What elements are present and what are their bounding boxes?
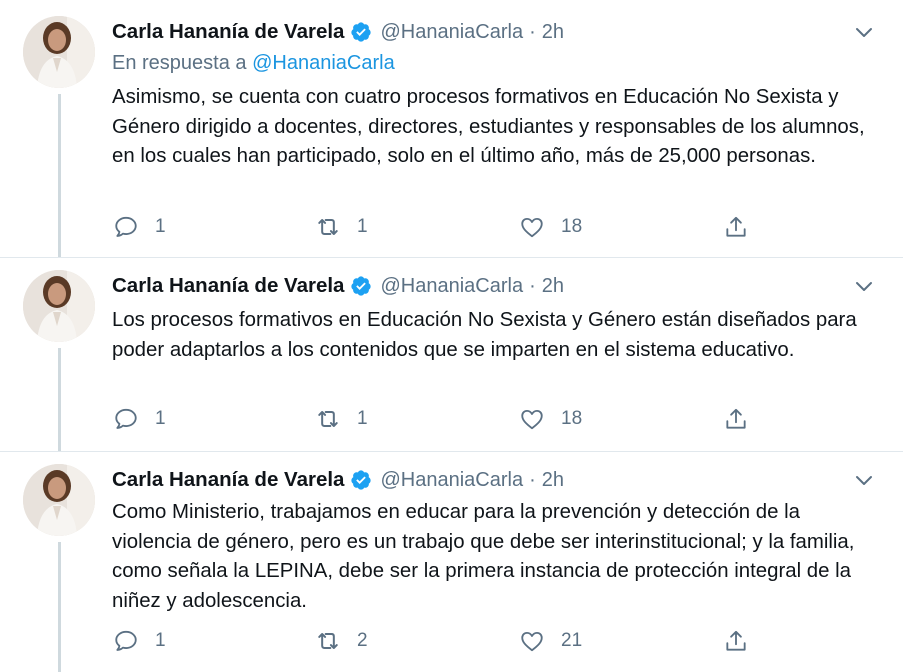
timestamp[interactable]: 2h [542, 275, 564, 298]
timestamp[interactable]: 2h [542, 21, 564, 44]
display-name[interactable]: Carla Hananía de Varela [112, 274, 344, 298]
separator-dot: · [529, 20, 536, 43]
avatar[interactable] [23, 464, 95, 536]
reply-icon [112, 405, 140, 433]
reply-icon [112, 627, 140, 655]
display-name[interactable]: Carla Hananía de Varela [112, 468, 344, 492]
retweet-button[interactable]: 2 [314, 626, 368, 656]
reply-button[interactable]: 1 [112, 404, 166, 434]
handle[interactable]: @HananiaCarla [380, 469, 523, 492]
like-button[interactable]: 18 [518, 404, 582, 434]
reply-button[interactable]: 1 [112, 626, 166, 656]
share-icon [722, 213, 750, 241]
handle[interactable]: @HananiaCarla [380, 275, 523, 298]
avatar[interactable] [23, 16, 95, 88]
display-name[interactable]: Carla Hananía de Varela [112, 20, 344, 44]
reply-mention-link[interactable]: @HananiaCarla [252, 52, 395, 74]
verified-icon [350, 275, 372, 297]
divider [0, 451, 903, 452]
share-button[interactable] [722, 626, 750, 656]
reply-count: 1 [155, 216, 166, 237]
reply-prefix: En respuesta a [112, 52, 247, 74]
share-button[interactable] [722, 212, 750, 242]
like-count: 18 [561, 216, 583, 237]
tweet-actions: 1 1 18 [112, 212, 772, 242]
reply-icon [112, 213, 140, 241]
share-button[interactable] [722, 404, 750, 434]
heart-icon [518, 213, 546, 241]
reply-count: 1 [155, 630, 166, 651]
tweet-actions: 1 2 21 [112, 626, 772, 656]
like-count: 18 [561, 408, 583, 429]
separator-dot: · [529, 468, 536, 491]
tweet-text: Asimismo, se cuenta con cuatro procesos … [112, 86, 865, 167]
reply-count: 1 [155, 408, 166, 429]
like-count: 21 [561, 630, 583, 651]
tweet[interactable]: Carla Hananía de Varela @HananiaCarla · … [0, 464, 903, 672]
tweet[interactable]: Carla Hananía de Varela @HananiaCarla · … [0, 270, 903, 450]
tweet-text: Los procesos formativos en Educación No … [112, 309, 857, 361]
timestamp[interactable]: 2h [542, 469, 564, 492]
handle[interactable]: @HananiaCarla [380, 21, 523, 44]
avatar[interactable] [23, 270, 95, 342]
tweet-header: Carla Hananía de Varela @HananiaCarla · … [112, 465, 564, 495]
verified-icon [350, 21, 372, 43]
separator-dot: · [529, 274, 536, 297]
retweet-icon [314, 213, 342, 241]
profile-photo [23, 464, 95, 536]
retweet-count: 2 [357, 630, 368, 651]
heart-icon [518, 405, 546, 433]
profile-photo [23, 16, 95, 88]
retweet-button[interactable]: 1 [314, 404, 368, 434]
retweet-icon [314, 405, 342, 433]
tweet-header: Carla Hananía de Varela @HananiaCarla · … [112, 271, 564, 301]
chevron-down-icon[interactable] [852, 20, 876, 44]
tweet-header: Carla Hananía de Varela @HananiaCarla · … [112, 17, 564, 47]
chevron-down-icon[interactable] [852, 274, 876, 298]
tweet-actions: 1 1 18 [112, 404, 772, 434]
like-button[interactable]: 21 [518, 626, 582, 656]
share-icon [722, 405, 750, 433]
like-button[interactable]: 18 [518, 212, 582, 242]
retweet-count: 1 [357, 408, 368, 429]
share-icon [722, 627, 750, 655]
reply-context: En respuesta a @HananiaCarla [112, 52, 395, 75]
retweet-count: 1 [357, 216, 368, 237]
reply-button[interactable]: 1 [112, 212, 166, 242]
tweet[interactable]: Carla Hananía de Varela @HananiaCarla · … [0, 16, 903, 256]
retweet-icon [314, 627, 342, 655]
verified-icon [350, 469, 372, 491]
divider [0, 257, 903, 258]
retweet-button[interactable]: 1 [314, 212, 368, 242]
profile-photo [23, 270, 95, 342]
tweet-text: Como Ministerio, trabajamos en educar pa… [112, 501, 855, 612]
chevron-down-icon[interactable] [852, 468, 876, 492]
heart-icon [518, 627, 546, 655]
